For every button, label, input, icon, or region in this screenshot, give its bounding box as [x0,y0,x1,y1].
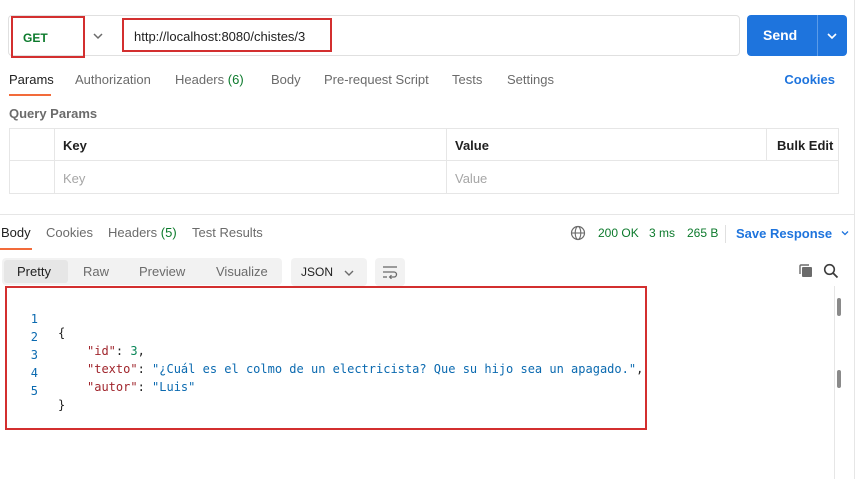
save-response-button[interactable]: Save Response [736,226,850,241]
request-tabs: Params Authorization Headers (6) Body Pr… [0,72,861,96]
table-row: Key Value [10,162,838,194]
line-number: 5 [30,384,38,398]
value-column-header: Value [455,138,489,153]
copy-icon[interactable] [798,263,814,279]
tab-headers[interactable]: Headers (6) [175,72,244,87]
chevron-down-icon [344,270,354,276]
method-selector[interactable]: GET [11,16,85,58]
json-value: "Luis" [152,380,196,394]
code-line: 5 } [0,370,65,412]
column-divider [54,129,55,193]
active-tab-indicator [0,248,32,250]
response-tab-test-results[interactable]: Test Results [192,225,263,240]
json-comma: , [636,362,644,376]
json-key: "texto" [87,362,138,376]
bulk-edit-button[interactable]: Bulk Edit [777,138,833,153]
column-divider [766,129,767,161]
status-divider [725,225,726,243]
tab-body[interactable]: Body [271,72,301,87]
wrap-lines-button[interactable] [375,258,405,286]
key-input[interactable]: Key [63,171,85,186]
column-divider [446,129,447,193]
response-tabs: Body Cookies Headers (5) Test Results [0,225,861,250]
response-time[interactable]: 3 ms [649,226,675,240]
chevron-down-icon[interactable] [91,29,105,43]
cookies-link[interactable]: Cookies [784,72,835,87]
send-divider [817,15,818,56]
code-line: 4 "autor": "Luis" [0,352,196,394]
response-tab-cookies[interactable]: Cookies [46,225,93,240]
format-raw[interactable]: Raw [83,264,109,279]
tab-headers-label: Headers [175,72,225,87]
status-code[interactable]: 200 OK [598,226,639,240]
language-label: JSON [301,265,334,279]
close-brace: } [58,398,66,412]
scrollbar-track [834,286,835,479]
open-brace: { [58,326,66,340]
json-value: "¿Cuál es el colmo de un electricista? Q… [152,362,637,376]
format-visualize[interactable]: Visualize [216,264,268,279]
scrollbar-thumb[interactable] [837,370,841,388]
tab-tests[interactable]: Tests [452,72,482,87]
wrap-lines-icon [383,266,398,279]
save-response-label: Save Response [736,226,833,241]
format-pretty[interactable]: Pretty [17,264,51,279]
tab-pre-request-script[interactable]: Pre-request Script [324,72,429,87]
json-value: 3 [130,344,138,358]
json-key: "id" [87,344,116,358]
code-line: 1 { [0,298,65,340]
tab-params[interactable]: Params [9,72,54,87]
response-tab-headers[interactable]: Headers (5) [108,225,177,240]
query-params-title: Query Params [9,106,98,121]
response-body-highlight [5,286,647,430]
section-divider [0,214,854,215]
search-icon[interactable] [823,263,839,279]
key-column-header: Key [63,138,87,153]
code-line: 2 "id": 3, [0,316,145,358]
response-tab-body[interactable]: Body [1,225,31,240]
table-header-row: Key Value Bulk Edit [10,129,838,161]
scrollbar-thumb[interactable] [837,298,841,316]
tab-headers-count: (6) [227,72,244,87]
send-label: Send [763,27,798,43]
code-field: "texto": "¿Cuál es el colmo de un electr… [87,362,644,376]
method-label: GET [23,31,48,45]
active-tab-indicator [9,94,51,96]
chevron-down-icon [841,231,849,236]
chevron-down-icon[interactable] [824,28,840,44]
value-input[interactable]: Value [455,171,487,186]
code-field: "autor": "Luis" [87,380,196,394]
globe-icon[interactable] [570,225,586,241]
code-field: "id": 3, [87,344,145,358]
url-input[interactable]: http://localhost:8080/chistes/3 [122,18,332,52]
tab-authorization[interactable]: Authorization [75,72,151,87]
request-bar: GET http://localhost:8080/chistes/3 [8,15,740,58]
json-comma: , [137,344,145,358]
tab-settings[interactable]: Settings [507,72,554,87]
response-size[interactable]: 265 B [687,226,718,240]
url-text: http://localhost:8080/chistes/3 [134,29,306,44]
query-params-table: Key Value Bulk Edit Key Value [9,128,839,194]
language-selector[interactable]: JSON [291,258,367,286]
code-line: 3 "texto": "¿Cuál es el colmo de un elec… [0,334,644,376]
format-preview[interactable]: Preview [139,264,185,279]
response-tab-headers-label: Headers [108,225,158,240]
response-tab-headers-count: (5) [160,225,177,240]
send-button[interactable]: Send [747,15,847,56]
format-tabs: Pretty Raw Preview Visualize [2,258,282,285]
json-key: "autor" [87,380,138,394]
